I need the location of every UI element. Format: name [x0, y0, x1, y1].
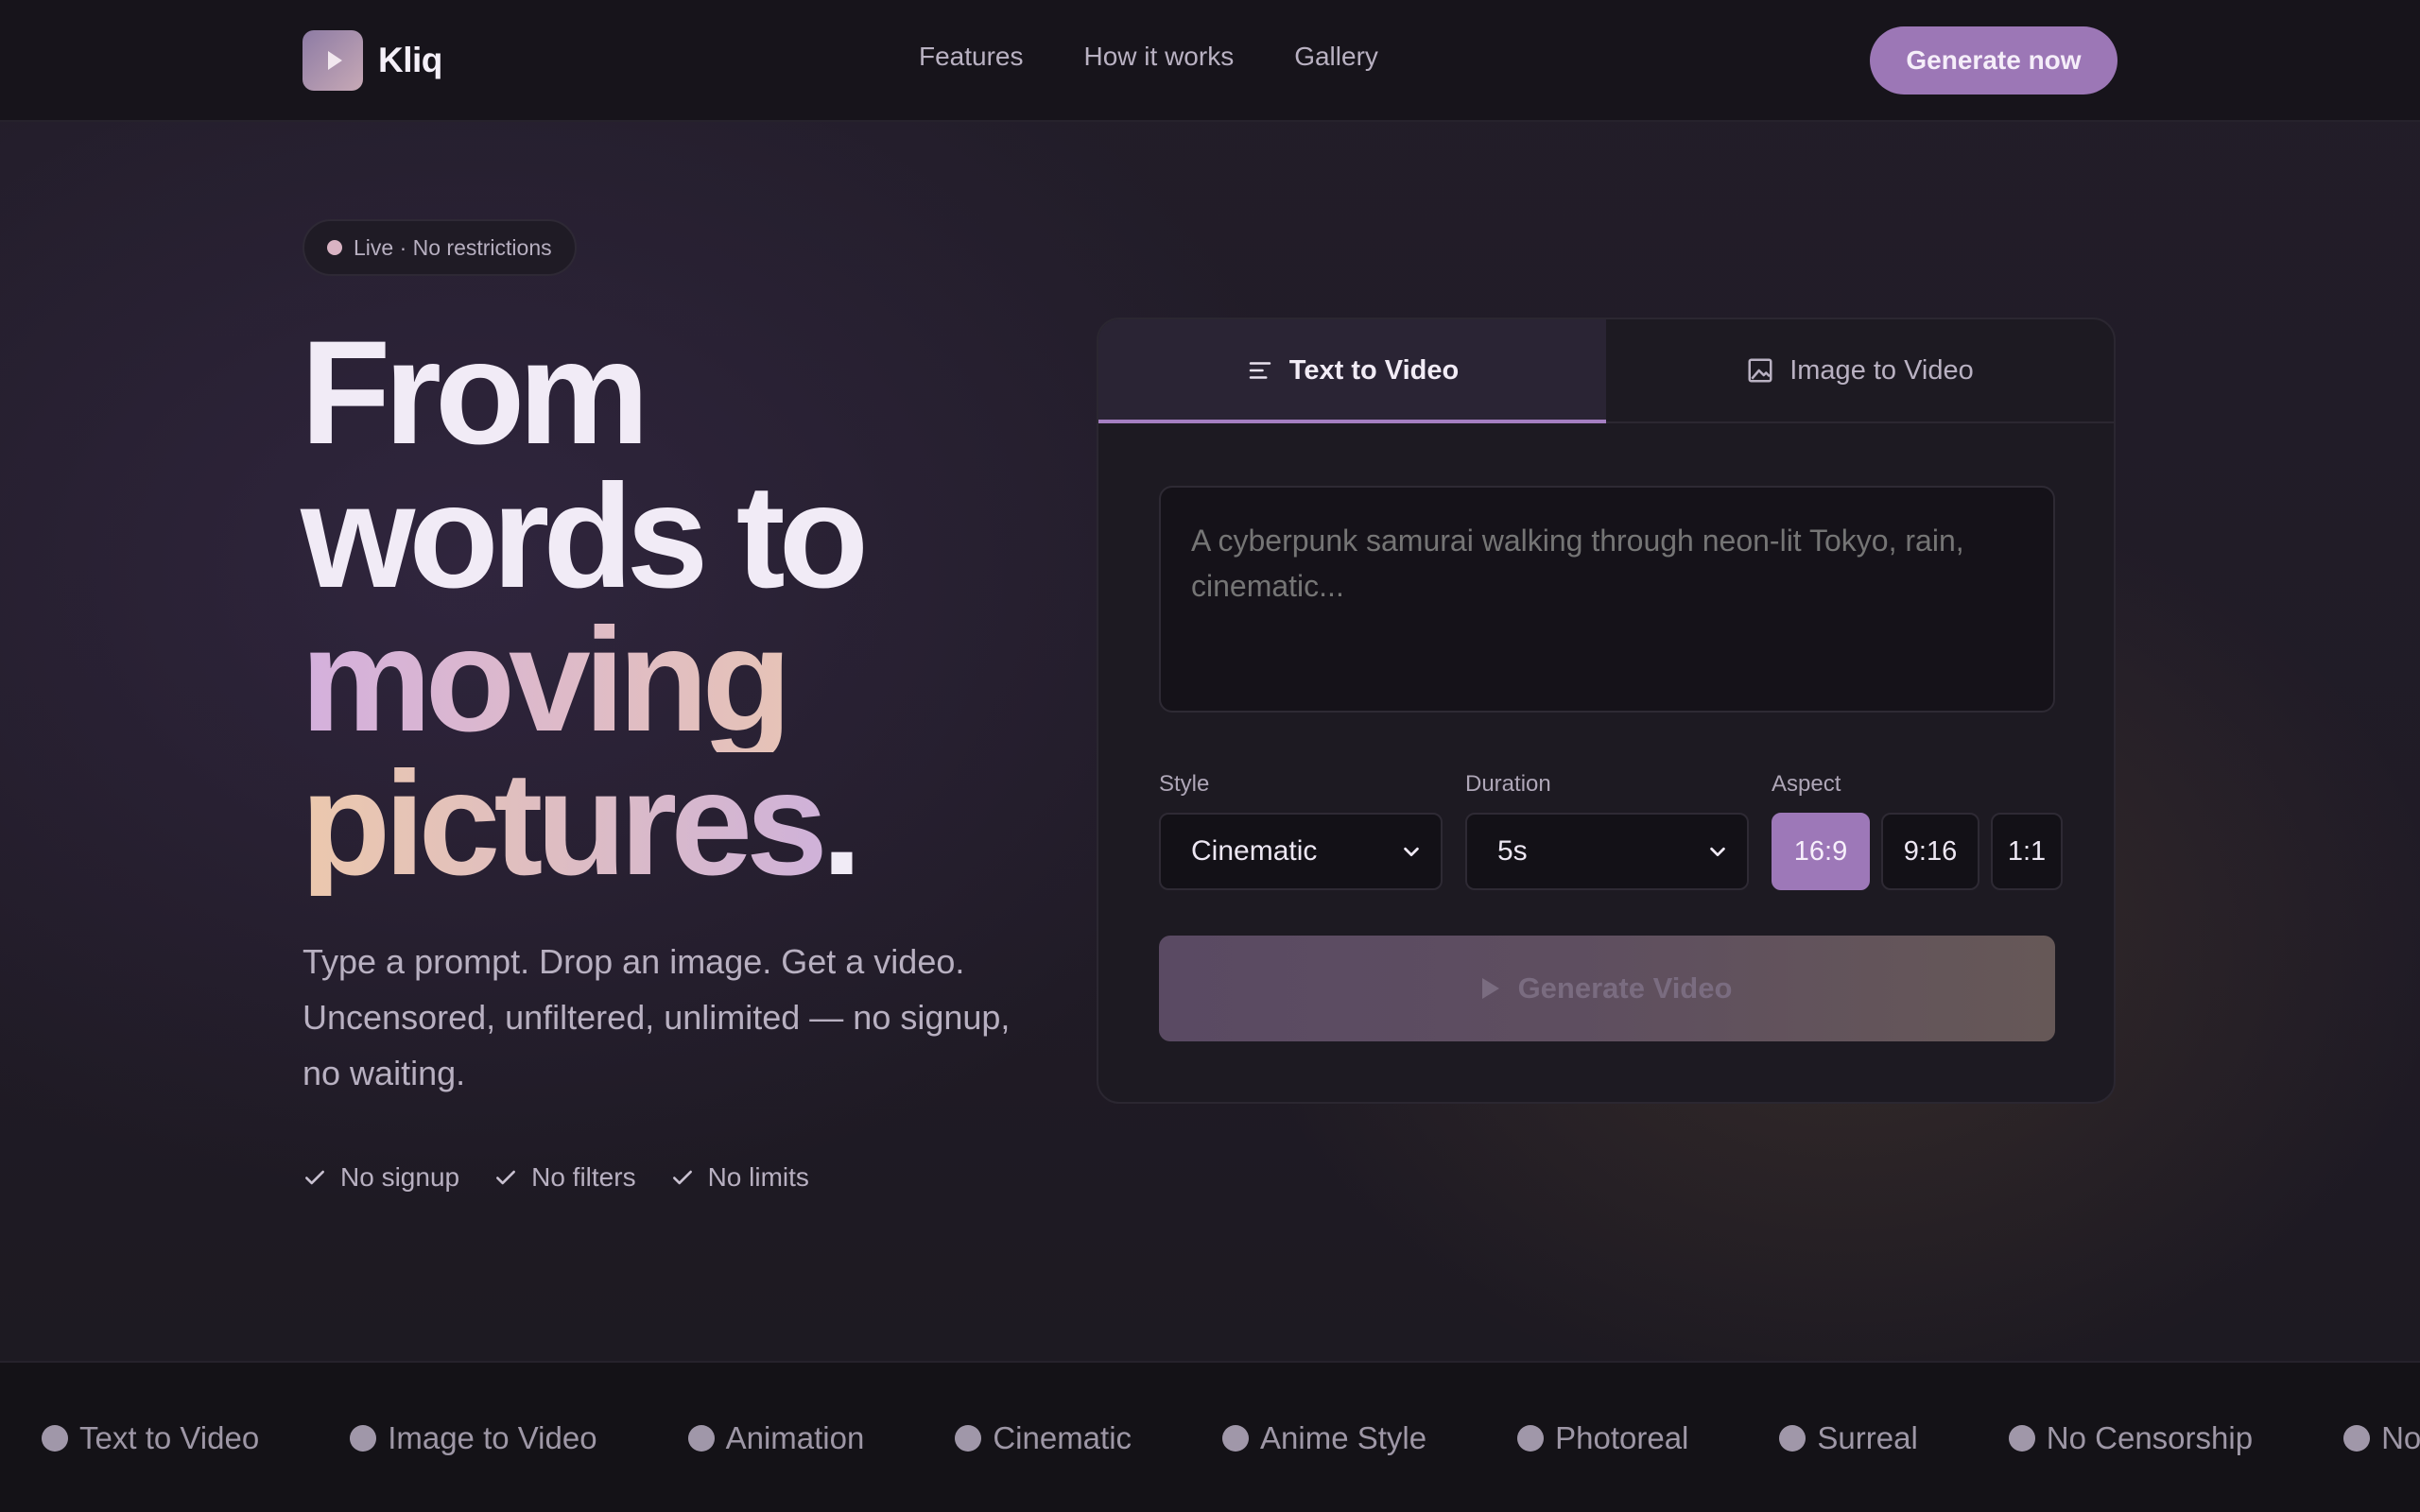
aspect-9-16-button[interactable]: 9:16: [1881, 813, 1979, 890]
hero-headline: From words to moving pictures.: [301, 311, 869, 898]
marquee-label: Anime Style: [1260, 1420, 1427, 1455]
style-label: Style: [1159, 771, 1210, 797]
marquee-label: No Censorship: [2046, 1420, 2254, 1455]
check-label: No filters: [531, 1162, 636, 1192]
chevron-down-icon: [1404, 847, 1419, 857]
dot-icon: [1779, 1425, 1806, 1452]
image-icon: [1748, 358, 1772, 383]
marquee-item: No: [2343, 1420, 2420, 1456]
duration-select-value: 5s: [1497, 835, 1528, 867]
nav-links: Features How it works Gallery: [919, 42, 1378, 72]
feature-checks: No signup No filters No limits: [302, 1162, 809, 1193]
tab-label: Image to Video: [1789, 354, 1974, 386]
brand-logo[interactable]: Kliq: [302, 30, 442, 91]
dot-icon: [2008, 1425, 2035, 1452]
marquee-item: Photoreal: [1517, 1420, 1688, 1456]
marquee-label: No: [2381, 1420, 2420, 1455]
dot-icon: [1222, 1425, 1250, 1452]
marquee-item: Cinematic: [955, 1420, 1132, 1456]
hero-subtitle: Type a prompt. Drop an image. Get a vide…: [302, 942, 1011, 1092]
checkmark-icon: [672, 1170, 692, 1185]
dot-icon: [955, 1425, 982, 1452]
generate-now-button[interactable]: Generate now: [1870, 26, 2118, 94]
headline-line-2: words to: [301, 455, 869, 619]
duration-select[interactable]: 5s: [1465, 813, 1749, 890]
checkmark-icon: [496, 1170, 516, 1185]
check-label: No limits: [707, 1162, 809, 1192]
aspect-1-1-button[interactable]: 1:1: [1991, 813, 2063, 890]
headline-line-4: pictures.: [301, 750, 862, 898]
check-item: No signup: [302, 1162, 459, 1193]
headline-period: .: [821, 742, 862, 906]
text-lines-icon: [1249, 362, 1271, 379]
top-nav: Kliq Features How it works Gallery Gener…: [0, 0, 2420, 122]
duration-label: Duration: [1465, 771, 1551, 797]
marquee-label: Surreal: [1817, 1420, 1918, 1455]
dot-icon: [1517, 1425, 1545, 1452]
style-select-value: Cinematic: [1191, 835, 1318, 867]
feature-marquee: Text to Video Image to Video Animation Cine…: [0, 1361, 2420, 1512]
status-pill-label: Live · No restrictions: [354, 234, 552, 260]
mode-tabs: Text to Video Image to Video: [1098, 319, 2114, 423]
marquee-track: Text to Video Image to Video Animation Cine…: [42, 1363, 2420, 1512]
generator-card: Text to Video Image to Video Style Cinem…: [1097, 318, 2116, 1104]
check-item: No limits: [670, 1162, 809, 1193]
marquee-item: Surreal: [1779, 1420, 1918, 1456]
live-dot-icon: [327, 240, 342, 255]
headline-line-1: From: [301, 311, 649, 475]
marquee-item: Anime Style: [1222, 1420, 1426, 1456]
headline-line-3: moving: [301, 607, 862, 754]
marquee-label: Text to Video: [79, 1420, 260, 1455]
dot-icon: [42, 1425, 68, 1452]
tab-image-to-video[interactable]: Image to Video: [1606, 319, 2114, 421]
marquee-label: Cinematic: [993, 1420, 1132, 1455]
aspect-label: Aspect: [1772, 771, 1841, 797]
marquee-label: Photoreal: [1555, 1420, 1689, 1455]
dot-icon: [2343, 1425, 2371, 1452]
nav-link-features[interactable]: Features: [919, 42, 1024, 72]
prompt-input[interactable]: [1159, 486, 2055, 713]
marquee-item: No Censorship: [2008, 1420, 2254, 1456]
marquee-item: Image to Video: [350, 1420, 597, 1456]
nav-link-gallery[interactable]: Gallery: [1294, 42, 1378, 72]
play-icon: [1481, 978, 1499, 999]
marquee-item: Animation: [687, 1420, 865, 1456]
generate-video-button[interactable]: Generate Video: [1159, 936, 2055, 1041]
tab-text-to-video[interactable]: Text to Video: [1098, 319, 1606, 423]
marquee-item: Text to Video: [42, 1420, 259, 1456]
generate-video-label: Generate Video: [1517, 971, 1733, 1005]
dot-icon: [687, 1425, 715, 1452]
play-logo-icon: [302, 30, 363, 91]
aspect-16-9-button[interactable]: 16:9: [1772, 813, 1870, 890]
status-pill: Live · No restrictions: [302, 219, 577, 276]
check-label: No signup: [340, 1162, 460, 1192]
headline-line-4-text: pictures: [301, 742, 821, 906]
chevron-down-icon: [1710, 847, 1725, 857]
marquee-label: Image to Video: [388, 1420, 597, 1455]
tab-label: Text to Video: [1288, 354, 1460, 386]
checkmark-icon: [305, 1170, 324, 1185]
marquee-label: Animation: [725, 1420, 865, 1455]
brand-name: Kliq: [378, 41, 442, 79]
dot-icon: [350, 1425, 377, 1452]
nav-link-how-it-works[interactable]: How it works: [1084, 42, 1235, 72]
style-select[interactable]: Cinematic: [1159, 813, 1443, 890]
check-item: No filters: [493, 1162, 636, 1193]
